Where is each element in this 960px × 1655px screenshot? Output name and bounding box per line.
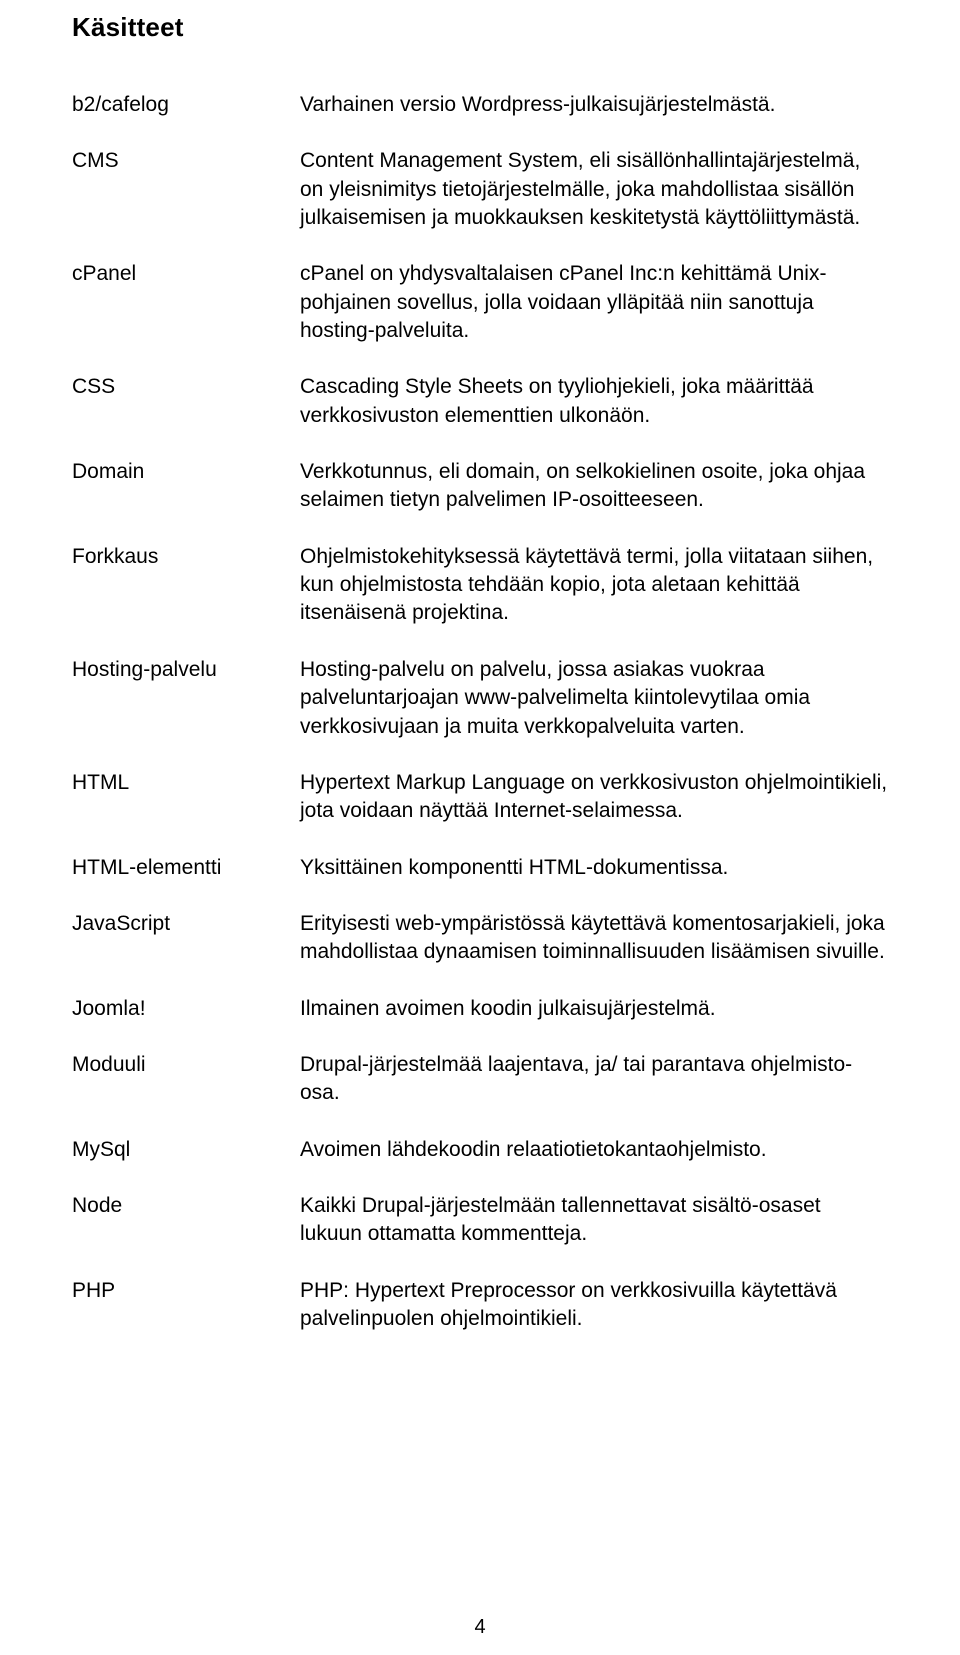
definition-text: Hosting-palvelu on palvelu, jossa asiaka… bbox=[300, 656, 888, 741]
definition-text: Content Management System, eli sisällönh… bbox=[300, 147, 888, 232]
term: cPanel bbox=[72, 260, 300, 288]
page: Käsitteet b2/cafelog Varhainen versio Wo… bbox=[0, 0, 960, 1655]
term: PHP bbox=[72, 1277, 300, 1305]
term: JavaScript bbox=[72, 910, 300, 938]
term: Domain bbox=[72, 458, 300, 486]
definition-text: cPanel on yhdysvaltalaisen cPanel Inc:n … bbox=[300, 260, 888, 345]
definition-entry: Forkkaus Ohjelmistokehityksessä käytettä… bbox=[72, 543, 888, 628]
page-number: 4 bbox=[0, 1616, 960, 1639]
definition-text: Ohjelmistokehityksessä käytettävä termi,… bbox=[300, 543, 888, 628]
definition-entry: Node Kaikki Drupal-järjestelmään tallenn… bbox=[72, 1192, 888, 1249]
term: CSS bbox=[72, 373, 300, 401]
definition-entry: CSS Cascading Style Sheets on tyyliohjek… bbox=[72, 373, 888, 430]
definition-text: Verkkotunnus, eli domain, on selkokielin… bbox=[300, 458, 888, 515]
term: b2/cafelog bbox=[72, 91, 300, 119]
term: Joomla! bbox=[72, 995, 300, 1023]
definition-entry: Hosting-palvelu Hosting-palvelu on palve… bbox=[72, 656, 888, 741]
definition-entry: Joomla! Ilmainen avoimen koodin julkaisu… bbox=[72, 995, 888, 1023]
term: Forkkaus bbox=[72, 543, 300, 571]
definition-entry: MySql Avoimen lähdekoodin relaatiotietok… bbox=[72, 1136, 888, 1164]
definition-list: b2/cafelog Varhainen versio Wordpress-ju… bbox=[72, 91, 888, 1333]
definition-text: Yksittäinen komponentti HTML-dokumentiss… bbox=[300, 854, 888, 882]
term: HTML-elementti bbox=[72, 854, 300, 882]
definition-entry: PHP PHP: Hypertext Preprocessor on verkk… bbox=[72, 1277, 888, 1334]
term: Hosting-palvelu bbox=[72, 656, 300, 684]
definition-entry: CMS Content Management System, eli sisäl… bbox=[72, 147, 888, 232]
definition-entry: HTML Hypertext Markup Language on verkko… bbox=[72, 769, 888, 826]
definition-entry: Domain Verkkotunnus, eli domain, on selk… bbox=[72, 458, 888, 515]
term: CMS bbox=[72, 147, 300, 175]
definition-text: Varhainen versio Wordpress-julkaisujärje… bbox=[300, 91, 888, 119]
definition-text: Erityisesti web-ympäristössä käytettävä … bbox=[300, 910, 888, 967]
page-title: Käsitteet bbox=[72, 12, 888, 43]
term: Moduuli bbox=[72, 1051, 300, 1079]
definition-text: Cascading Style Sheets on tyyliohjekieli… bbox=[300, 373, 888, 430]
term: MySql bbox=[72, 1136, 300, 1164]
definition-entry: JavaScript Erityisesti web-ympäristössä … bbox=[72, 910, 888, 967]
definition-entry: Moduuli Drupal-järjestelmää laajentava, … bbox=[72, 1051, 888, 1108]
definition-text: Avoimen lähdekoodin relaatiotietokantaoh… bbox=[300, 1136, 888, 1164]
term: HTML bbox=[72, 769, 300, 797]
definition-text: Kaikki Drupal-järjestelmään tallennettav… bbox=[300, 1192, 888, 1249]
definition-entry: cPanel cPanel on yhdysvaltalaisen cPanel… bbox=[72, 260, 888, 345]
definition-text: PHP: Hypertext Preprocessor on verkkosiv… bbox=[300, 1277, 888, 1334]
definition-entry: b2/cafelog Varhainen versio Wordpress-ju… bbox=[72, 91, 888, 119]
definition-text: Drupal-järjestelmää laajentava, ja/ tai … bbox=[300, 1051, 888, 1108]
definition-text: Ilmainen avoimen koodin julkaisujärjeste… bbox=[300, 995, 888, 1023]
definition-entry: HTML-elementti Yksittäinen komponentti H… bbox=[72, 854, 888, 882]
term: Node bbox=[72, 1192, 300, 1220]
definition-text: Hypertext Markup Language on verkkosivus… bbox=[300, 769, 888, 826]
